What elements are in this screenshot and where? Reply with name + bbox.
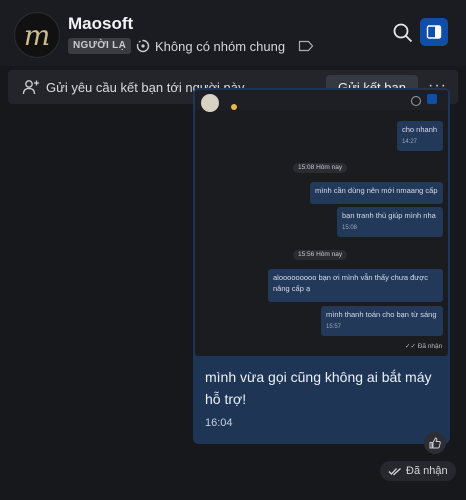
stranger-badge: NGƯỜI LẠ: [68, 38, 132, 54]
screenshot-received-status: ✓✓ Đã nhận: [405, 343, 443, 350]
add-user-icon: [22, 80, 39, 95]
thumbs-up-icon: [429, 437, 441, 449]
screenshot-message: mình cần dùng nên mới nmaang cấp: [310, 182, 443, 204]
reaction-button[interactable]: [424, 432, 446, 454]
screenshot-header: [195, 90, 448, 112]
screenshot-message: bạn tranh thủ giúp mình nha 15:08: [337, 207, 443, 237]
screenshot-avatar: [201, 94, 219, 112]
delivery-status: Đã nhận: [380, 461, 456, 481]
screenshot-message: cho nhanh 14:27: [397, 121, 443, 151]
contact-name[interactable]: Maosoft: [68, 14, 133, 34]
screenshot-time-divider: 15:56 Hôm nay: [293, 250, 348, 260]
screenshot-message: mình thanh toán cho bạn từ sáng 15:57: [321, 306, 443, 336]
group-icon: [136, 39, 150, 53]
chat-header: m Maosoft NGƯỜI LẠ Không có nhóm chung: [0, 0, 466, 66]
attached-screenshot[interactable]: cho nhanh 14:27 15:08 Hôm nay mình cần d…: [195, 90, 448, 356]
message-time: 16:04: [205, 417, 233, 429]
avatar[interactable]: m: [14, 12, 60, 58]
double-check-icon: [388, 467, 401, 475]
tag-icon[interactable]: [298, 40, 314, 52]
toggle-panel-button[interactable]: [420, 18, 448, 46]
search-icon: [393, 23, 413, 43]
screenshot-avatar-dot: [231, 104, 237, 110]
avatar-letter: m: [23, 18, 51, 52]
group-info[interactable]: Không có nhóm chung: [136, 37, 314, 55]
group-info-label: Không có nhóm chung: [155, 38, 286, 54]
message-text: mình vừa gọi cũng không ai bắt máy hỗ tr…: [205, 369, 432, 407]
search-button[interactable]: [392, 22, 414, 44]
delivery-status-label: Đã nhận: [406, 465, 448, 477]
screenshot-panel-icon: [427, 94, 437, 104]
screenshot-message: alooooooooo bạn ơi mình vẫn thấy chưa đư…: [268, 269, 443, 302]
screenshot-time-divider: 15:08 Hôm nay: [293, 163, 348, 173]
screenshot-search-icon: [411, 96, 421, 106]
panel-icon: [426, 25, 442, 39]
